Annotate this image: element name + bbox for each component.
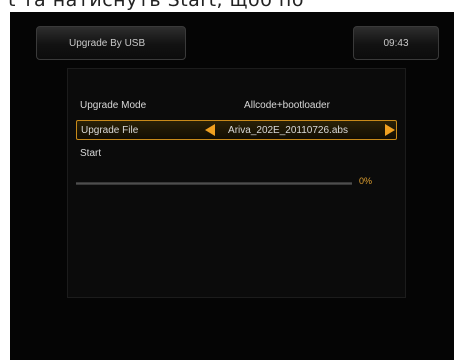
tv-screen: Upgrade By USB 09:43 Upgrade Mode Allcod… bbox=[10, 12, 454, 360]
menu-item-start[interactable]: Start bbox=[76, 144, 397, 164]
upgrade-mode-value: Allcode+bootloader bbox=[244, 100, 330, 111]
arrow-right-icon[interactable] bbox=[385, 124, 395, 136]
clock: 09:43 bbox=[353, 26, 439, 60]
caption-strip: t та натиснуть Start, щоб по bbox=[0, 0, 454, 12]
upgrade-file-value: Ariva_202E_20110726.abs bbox=[228, 125, 348, 136]
start-label: Start bbox=[80, 148, 102, 159]
menu-item-upgrade-mode[interactable]: Upgrade Mode Allcode+bootloader bbox=[76, 96, 397, 116]
menu-item-upgrade-file[interactable]: Upgrade File Ariva_202E_20110726.abs bbox=[76, 120, 397, 140]
progress-bar bbox=[76, 182, 352, 185]
upgrade-mode-label: Upgrade Mode bbox=[80, 100, 147, 111]
caption-text: t та натиснуть Start, щоб по bbox=[8, 0, 304, 11]
upgrade-file-label: Upgrade File bbox=[81, 125, 139, 136]
upgrade-panel: Upgrade Mode Allcode+bootloader Upgrade … bbox=[67, 68, 406, 298]
progress-percent: 0% bbox=[359, 176, 373, 186]
screen-title: Upgrade By USB bbox=[36, 26, 186, 60]
